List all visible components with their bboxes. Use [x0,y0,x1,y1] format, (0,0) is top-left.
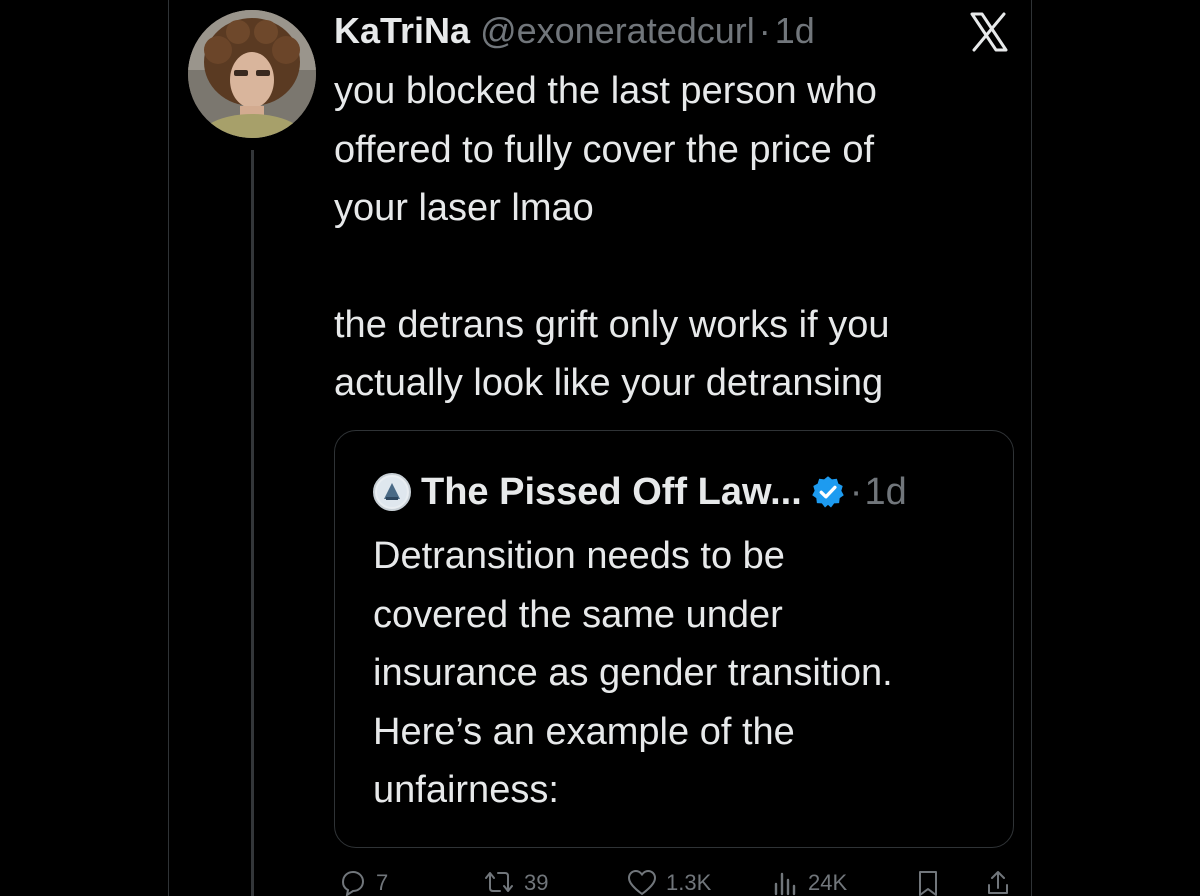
tweet[interactable]: KaTriNa @exoneratedcurl · 1d you blocked… [168,0,1031,896]
tweet-timestamp[interactable]: 1d [775,6,815,56]
quoted-tweet[interactable]: The Pissed Off Law... · 1d Detransition … [334,430,1014,848]
views-button[interactable]: 24K [770,868,847,896]
quoted-author-avatar[interactable] [373,473,411,511]
like-button[interactable]: 1.3K [626,868,711,896]
header-separator: · [758,10,771,51]
x-logo-icon[interactable] [968,12,1010,52]
tweet-text: you blocked the last person who offered … [334,62,994,413]
avatar-photo [188,10,316,138]
tweet-header: KaTriNa @exoneratedcurl · 1d [334,6,815,56]
share-button[interactable] [984,868,1012,896]
views-count: 24K [808,870,848,895]
paragraph-break [334,238,994,296]
share-icon [988,871,1008,894]
bookmark-icon [919,871,937,896]
reply-count: 7 [376,870,389,895]
thread-connector-line [251,150,254,896]
like-count: 1.3K [666,870,712,895]
reply-button[interactable]: 7 [338,868,388,896]
retweet-icon [485,872,513,892]
quoted-tweet-timestamp[interactable]: 1d [864,471,906,514]
views-icon [774,872,796,896]
retweet-count: 39 [524,870,549,895]
quoted-author-name[interactable]: The Pissed Off Law... [421,471,802,514]
timeline-border-right [1031,0,1032,896]
author-name[interactable]: KaTriNa [334,6,470,56]
quoted-tweet-header: The Pissed Off Law... · 1d [373,467,907,517]
tweet-paragraph: you blocked the last person who offered … [334,70,877,229]
quoted-tweet-text: Detransition needs to be covered the sam… [373,535,893,811]
quoted-header-separator: · [849,470,863,513]
tweet-actions-bar: 7 39 1.3K 24K [334,868,1024,896]
verified-badge-icon [812,476,844,508]
avatar[interactable] [188,10,316,138]
reply-icon [341,870,365,896]
bookmark-button[interactable] [914,868,942,896]
author-handle[interactable]: @exoneratedcurl [480,6,755,56]
heart-icon [627,869,657,896]
tweet-paragraph: the detrans grift only works if you actu… [334,303,890,405]
retweet-button[interactable]: 39 [482,868,548,896]
